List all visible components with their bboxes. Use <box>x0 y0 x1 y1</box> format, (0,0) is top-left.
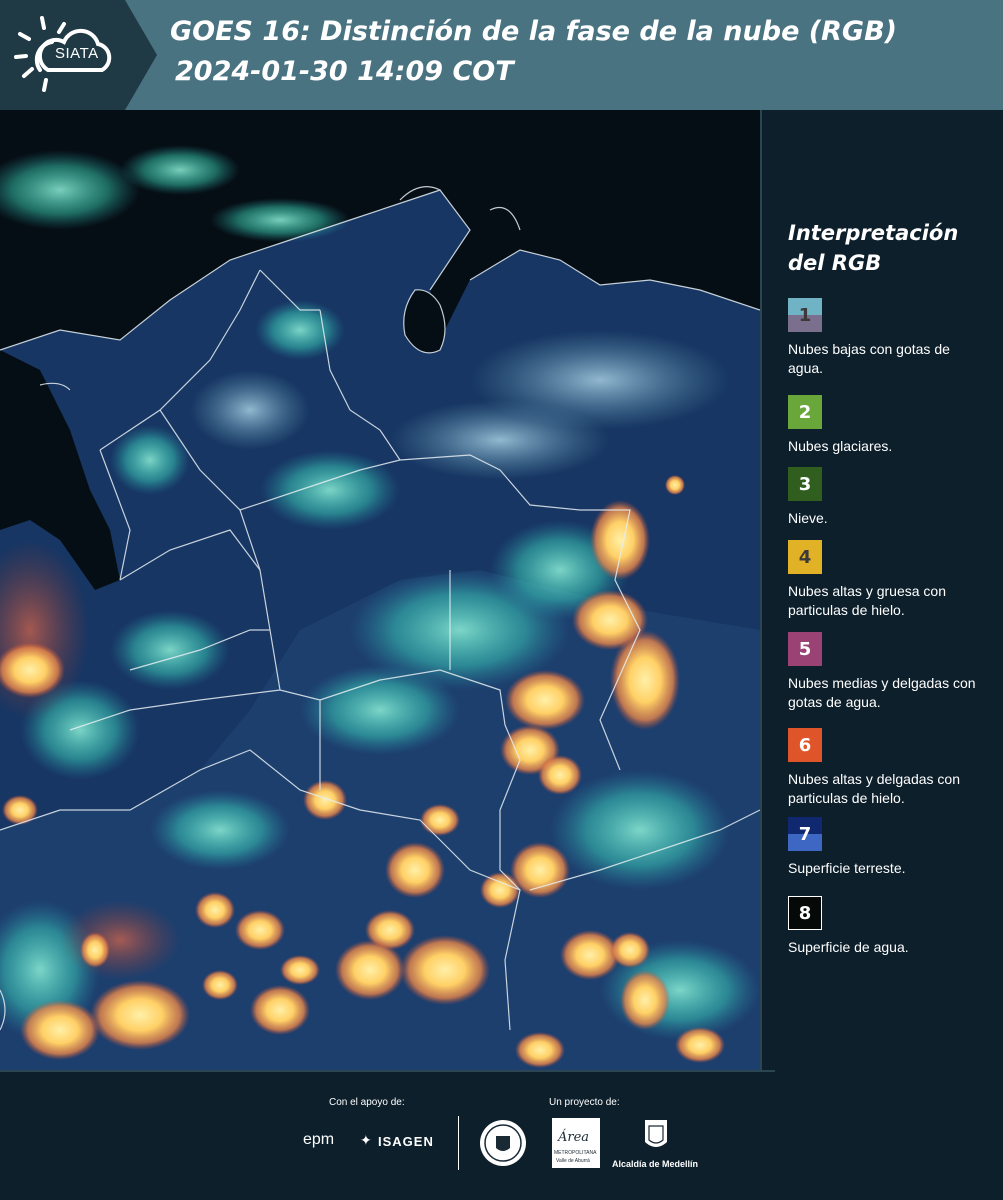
legend-item-7: 7 Superficie terreste. <box>788 817 988 878</box>
page-title: GOES 16: Distinción de la fase de la nub… <box>170 16 897 47</box>
footer-separator <box>458 1116 459 1170</box>
page-timestamp: 2024-01-30 14:09 COT <box>175 56 514 87</box>
legend-swatch: 5 <box>788 632 822 666</box>
legend-label: Nubes medias y delgadas con gotas de agu… <box>788 675 976 710</box>
area-metro-subtitle2: Valle de Aburrá <box>556 1158 590 1164</box>
legend-item-5: 5 Nubes medias y delgadas con gotas de ag… <box>788 632 988 712</box>
isagen-logo: ISAGEN <box>378 1134 434 1149</box>
legend-swatch: 3 <box>788 467 822 501</box>
siata-logo: SIATA <box>0 0 125 110</box>
legend-item-4: 4 Nubes altas y gruesa con particulas de … <box>788 540 988 620</box>
legend-title: Interpretación del RGB <box>788 221 959 275</box>
siata-logo-text: SIATA <box>55 45 99 62</box>
map-divider-vertical <box>760 110 762 1070</box>
medellin-seal-icon <box>480 1120 526 1166</box>
satellite-rgb-map <box>0 110 760 1070</box>
legend-swatch: 2 <box>788 395 822 429</box>
support-label: Con el apoyo de: <box>329 1097 405 1108</box>
project-label: Un proyecto de: <box>549 1097 620 1108</box>
legend-label: Superficie terreste. <box>788 860 906 876</box>
isagen-icon: ✦ <box>360 1133 372 1149</box>
alcaldia-logo-text: Alcaldía de Medellín <box>612 1159 699 1169</box>
logo-arrow-shape <box>125 0 157 110</box>
area-metropolitana-logo: Área METROPOLITANA Valle de Aburrá <box>552 1118 600 1168</box>
legend-swatch: 8 <box>788 896 822 930</box>
alcaldia-shield-icon <box>645 1120 667 1147</box>
epm-logo: epm <box>303 1131 335 1148</box>
header-bar: SIATA GOES 16: Distinción de la fase de … <box>0 0 1003 110</box>
map-divider-horizontal <box>0 1070 775 1072</box>
legend-item-3: 3 Nieve. <box>788 467 988 528</box>
legend-label: Superficie de agua. <box>788 939 909 955</box>
legend-item-2: 2 Nubes glaciares. <box>788 395 988 456</box>
legend-item-6: 6 Nubes altas y delgadas con particulas d… <box>788 728 988 808</box>
legend-swatch: 4 <box>788 540 822 574</box>
legend-swatch: 6 <box>788 728 822 762</box>
legend-label: Nubes glaciares. <box>788 438 893 454</box>
legend-item-1: 1 Nubes bajas con gotas de agua. <box>788 298 988 378</box>
legend-item-8: 8 Superficie de agua. <box>788 896 988 957</box>
legend-label: Nieve. <box>788 510 828 526</box>
legend-label: Nubes altas y delgadas con particulas de… <box>788 771 960 806</box>
satellite-map <box>0 110 760 1070</box>
legend-label: Nubes altas y gruesa con particulas de h… <box>788 583 946 618</box>
area-metro-title: Área <box>558 1130 590 1145</box>
legend-swatch: 1 <box>788 298 822 332</box>
area-metro-subtitle: METROPOLITANA <box>554 1150 597 1156</box>
legend-label: Nubes bajas con gotas de agua. <box>788 341 950 376</box>
legend-swatch: 7 <box>788 817 822 851</box>
